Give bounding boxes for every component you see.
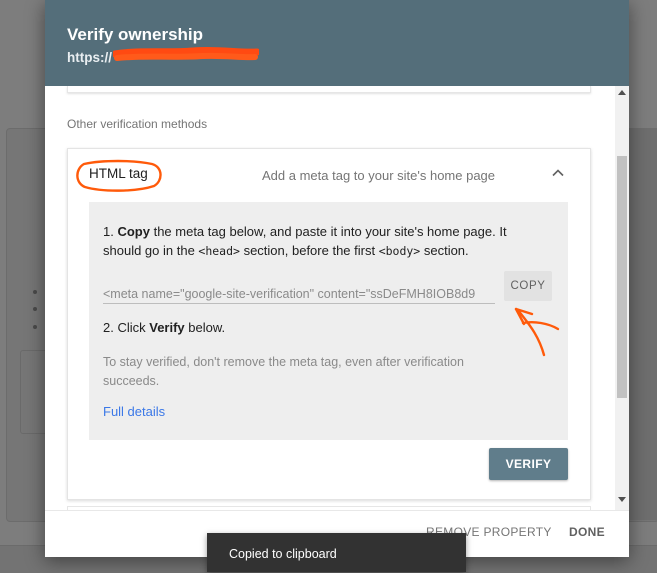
html-tag-method-card: HTML tag Add a meta tag to your site's h… bbox=[67, 148, 591, 500]
method-description: Add a meta tag to your site's home page bbox=[262, 168, 496, 183]
copy-button[interactable]: COPY bbox=[504, 271, 552, 301]
method-name[interactable]: HTML tag bbox=[89, 166, 148, 181]
step-two-text: 2. Click Verify below. bbox=[103, 320, 225, 335]
dialog-scrollbar[interactable] bbox=[615, 86, 629, 510]
other-methods-label: Other verification methods bbox=[67, 117, 208, 131]
dialog-title: Verify ownership bbox=[67, 25, 204, 44]
scroll-down-arrow-icon[interactable] bbox=[618, 497, 626, 502]
head-code: <head> bbox=[198, 244, 240, 258]
snackbar-toast: Copied to clipboard bbox=[207, 533, 466, 572]
property-url: https:// bbox=[67, 50, 112, 65]
dialog-body[interactable]: Other verification methods HTML tag Add … bbox=[45, 86, 615, 510]
step-two-prefix: 2. Click bbox=[103, 320, 150, 335]
step-one-end: section. bbox=[420, 243, 469, 258]
background-bullet bbox=[33, 290, 37, 294]
background-column bbox=[629, 128, 657, 520]
background-bullet bbox=[33, 307, 37, 311]
scrollbar-thumb[interactable] bbox=[617, 156, 627, 398]
snackbar-message: Copied to clipboard bbox=[229, 547, 337, 561]
step-one-bold: Copy bbox=[117, 224, 150, 239]
stay-verified-note: To stay verified, don't remove the meta … bbox=[103, 355, 464, 388]
background-bullet bbox=[33, 325, 37, 329]
body-code: <body> bbox=[378, 244, 421, 258]
redaction-scribble bbox=[113, 46, 259, 61]
chevron-up-icon[interactable] bbox=[550, 165, 566, 181]
step-one-middle: section, before the first bbox=[239, 243, 379, 258]
verify-button[interactable]: VERIFY bbox=[489, 448, 568, 480]
full-details-link[interactable]: Full details bbox=[103, 404, 165, 419]
verify-ownership-dialog: Verify ownership https:// Other verifica… bbox=[45, 0, 629, 557]
instructions-panel: 1. Copy the meta tag below, and paste it… bbox=[89, 202, 568, 440]
dialog-header: Verify ownership https:// bbox=[45, 0, 629, 86]
done-button[interactable]: DONE bbox=[569, 525, 605, 539]
scroll-up-arrow-icon[interactable] bbox=[618, 90, 626, 95]
previous-method-card bbox=[67, 86, 591, 93]
meta-tag-field[interactable] bbox=[103, 285, 495, 304]
step-one-text: 1. Copy the meta tag below, and paste it… bbox=[103, 222, 533, 261]
annotation-arrow bbox=[514, 307, 560, 357]
step-two-bold: Verify bbox=[149, 320, 185, 335]
step-two-suffix: below. bbox=[184, 320, 226, 335]
step-one-number: 1. bbox=[103, 224, 118, 239]
